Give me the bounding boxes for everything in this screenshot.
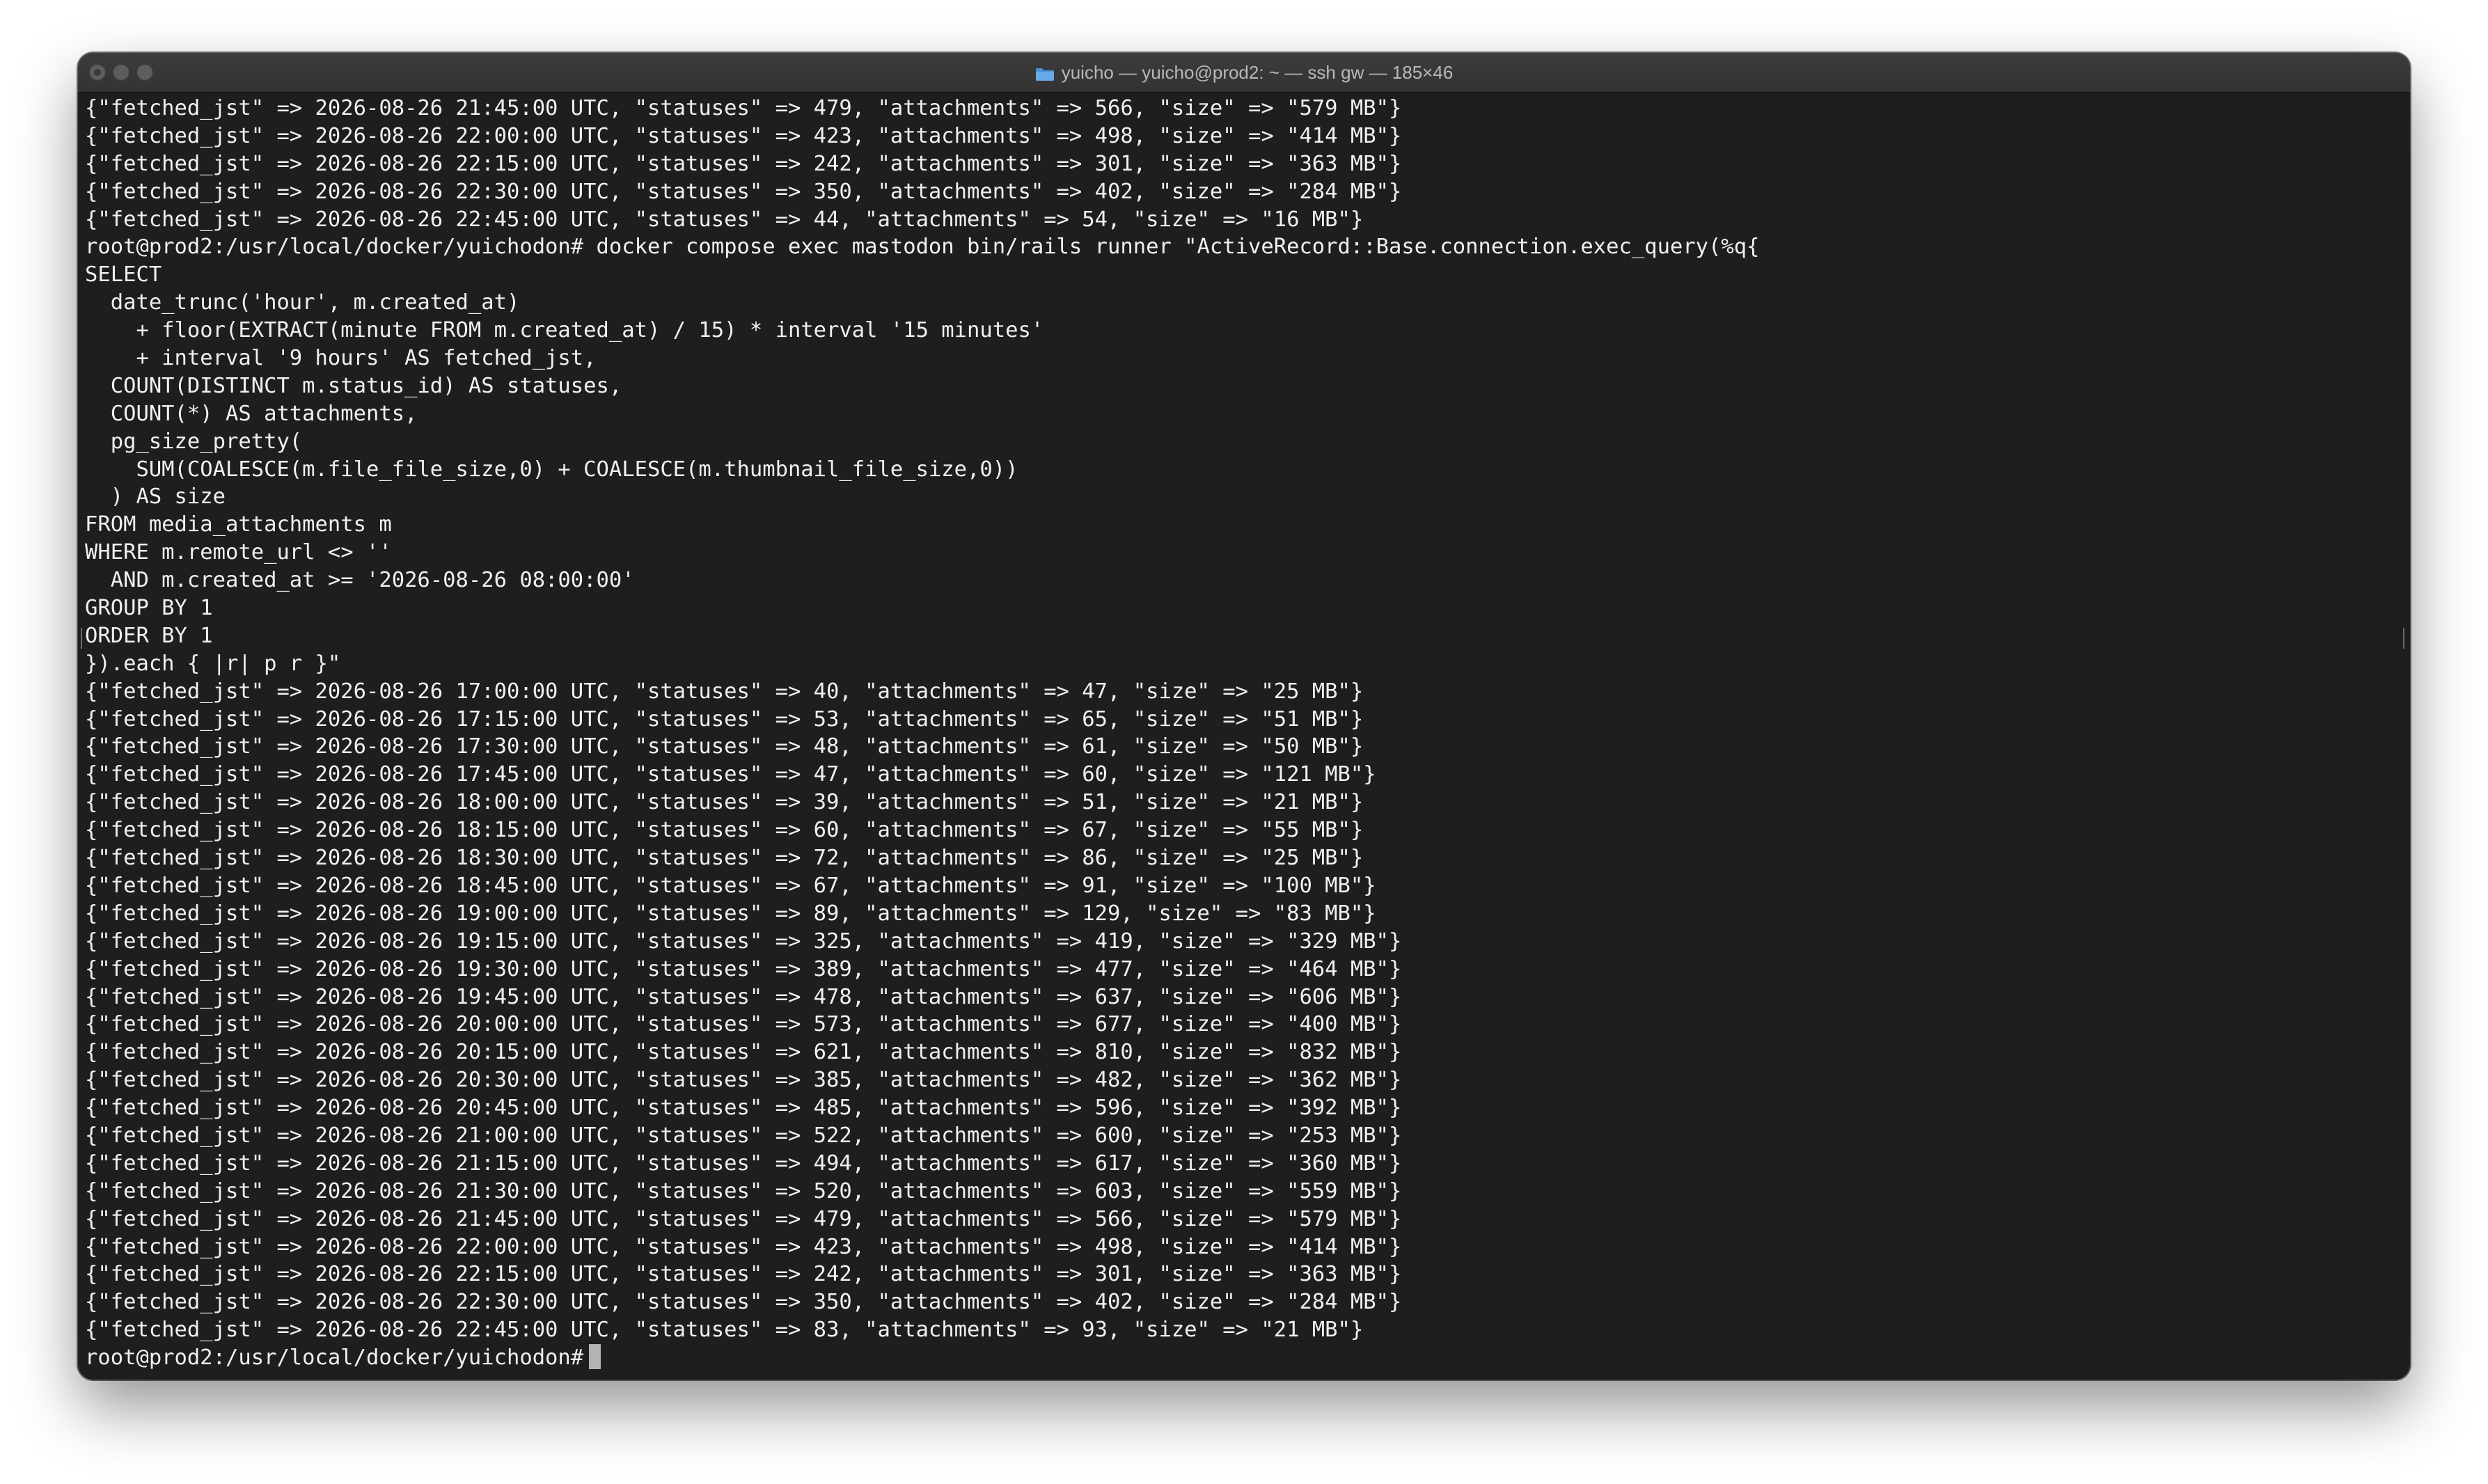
terminal-line: {"fetched_jst" => 2026-08-26 17:15:00 UT… <box>85 707 1364 732</box>
terminal-line: ORDER BY 1 <box>85 623 213 648</box>
terminal-line: {"fetched_jst" => 2026-08-26 17:45:00 UT… <box>85 762 1376 787</box>
terminal-line: {"fetched_jst" => 2026-08-26 20:45:00 UT… <box>85 1096 1402 1121</box>
scroll-edge-marker-right <box>2403 628 2407 649</box>
terminal-output[interactable]: {"fetched_jst" => 2026-08-26 21:45:00 UT… <box>85 95 2403 1380</box>
terminal-line: + interval '9 hours' AS fetched_jst, <box>85 346 597 371</box>
terminal-line: {"fetched_jst" => 2026-08-26 20:00:00 UT… <box>85 1012 1402 1037</box>
terminal-line: {"fetched_jst" => 2026-08-26 21:00:00 UT… <box>85 1123 1402 1148</box>
terminal-line: {"fetched_jst" => 2026-08-26 22:00:00 UT… <box>85 123 1402 148</box>
terminal-line: COUNT(*) AS attachments, <box>85 401 418 426</box>
terminal-line: + floor(EXTRACT(minute FROM m.created_at… <box>85 318 1044 343</box>
terminal-line: {"fetched_jst" => 2026-08-26 18:30:00 UT… <box>85 846 1364 871</box>
terminal-line: pg_size_pretty( <box>85 429 303 454</box>
terminal-line: {"fetched_jst" => 2026-08-26 18:15:00 UT… <box>85 818 1364 843</box>
terminal-line: {"fetched_jst" => 2026-08-26 17:00:00 UT… <box>85 679 1364 704</box>
terminal-line: GROUP BY 1 <box>85 596 213 621</box>
title-bar[interactable]: yuicho — yuicho@prod2: ~ — ssh gw — 185×… <box>78 53 2410 93</box>
terminal-line: COUNT(DISTINCT m.status_id) AS statuses, <box>85 373 622 398</box>
terminal-line: {"fetched_jst" => 2026-08-26 18:45:00 UT… <box>85 873 1376 898</box>
text-cursor <box>589 1344 601 1370</box>
terminal-line: SELECT <box>85 262 162 287</box>
terminal-line: {"fetched_jst" => 2026-08-26 22:15:00 UT… <box>85 151 1402 176</box>
terminal-line: }).each { |r| p r }" <box>85 651 341 676</box>
shell-prompt: root@prod2:/usr/local/docker/yuichodon# <box>85 1345 584 1371</box>
prompt-line[interactable]: root@prod2:/usr/local/docker/yuichodon# <box>85 1344 2403 1372</box>
terminal-line: {"fetched_jst" => 2026-08-26 20:15:00 UT… <box>85 1040 1402 1065</box>
terminal-line: {"fetched_jst" => 2026-08-26 22:15:00 UT… <box>85 1262 1402 1287</box>
terminal-line: SUM(COALESCE(m.file_file_size,0) + COALE… <box>85 457 1018 482</box>
terminal-line: {"fetched_jst" => 2026-08-26 21:15:00 UT… <box>85 1151 1402 1176</box>
terminal-line: {"fetched_jst" => 2026-08-26 22:45:00 UT… <box>85 1318 1364 1343</box>
terminal-line: ) AS size <box>85 484 226 510</box>
terminal-line: {"fetched_jst" => 2026-08-26 22:45:00 UT… <box>85 207 1364 232</box>
folder-icon <box>1035 65 1055 81</box>
terminal-line: {"fetched_jst" => 2026-08-26 18:00:00 UT… <box>85 790 1364 815</box>
terminal-line: {"fetched_jst" => 2026-08-26 21:30:00 UT… <box>85 1178 1402 1203</box>
terminal-line: {"fetched_jst" => 2026-08-26 22:30:00 UT… <box>85 179 1402 204</box>
terminal-line: {"fetched_jst" => 2026-08-26 17:30:00 UT… <box>85 734 1364 759</box>
terminal-line: {"fetched_jst" => 2026-08-26 19:45:00 UT… <box>85 984 1402 1009</box>
window-title: yuicho — yuicho@prod2: ~ — ssh gw — 185×… <box>1061 61 1454 83</box>
terminal-line: {"fetched_jst" => 2026-08-26 22:00:00 UT… <box>85 1234 1402 1259</box>
terminal-line: {"fetched_jst" => 2026-08-26 19:30:00 UT… <box>85 956 1402 981</box>
terminal-line: FROM media_attachments m <box>85 512 392 537</box>
window-title-group: yuicho — yuicho@prod2: ~ — ssh gw — 185×… <box>78 53 2410 92</box>
terminal-line: date_trunc('hour', m.created_at) <box>85 290 520 315</box>
terminal-line: {"fetched_jst" => 2026-08-26 21:45:00 UT… <box>85 96 1402 120</box>
terminal-line: {"fetched_jst" => 2026-08-26 19:00:00 UT… <box>85 901 1376 926</box>
terminal-line: AND m.created_at >= '2026-08-26 08:00:00… <box>85 568 635 593</box>
terminal-line: {"fetched_jst" => 2026-08-26 20:30:00 UT… <box>85 1068 1402 1093</box>
terminal-line: {"fetched_jst" => 2026-08-26 21:45:00 UT… <box>85 1206 1402 1231</box>
terminal-line: {"fetched_jst" => 2026-08-26 19:15:00 UT… <box>85 929 1402 954</box>
terminal-line: WHERE m.remote_url <> '' <box>85 540 392 565</box>
terminal-line: {"fetched_jst" => 2026-08-26 22:30:00 UT… <box>85 1290 1402 1315</box>
terminal-line: root@prod2:/usr/local/docker/yuichodon# … <box>85 235 1760 260</box>
terminal-window[interactable]: yuicho — yuicho@prod2: ~ — ssh gw — 185×… <box>78 53 2410 1380</box>
